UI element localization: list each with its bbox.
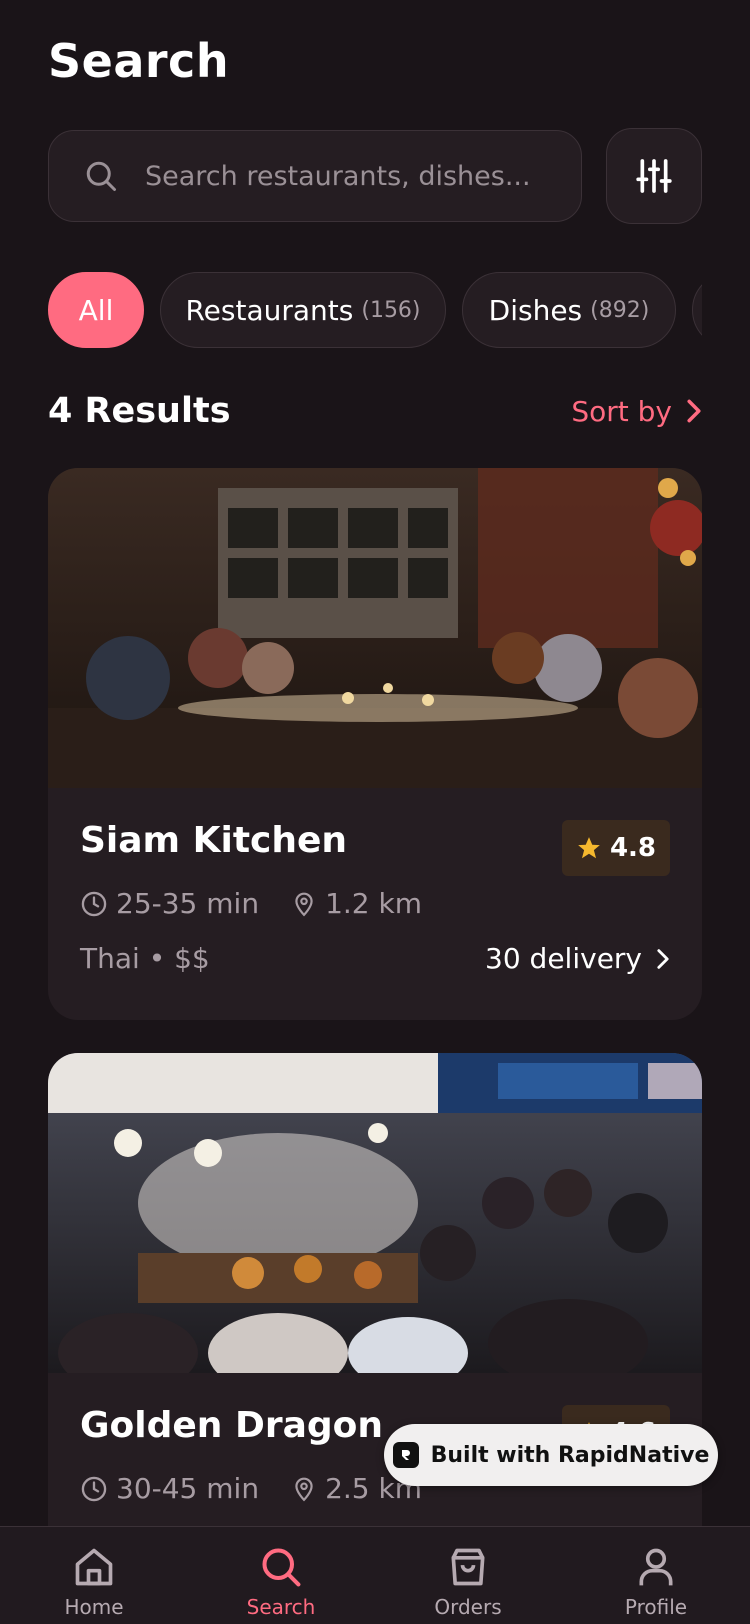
card-body: Siam Kitchen 4.8 25-35 min 1.2 km Thai •… [48, 788, 702, 975]
time-value: 30-45 min [116, 1472, 260, 1505]
badge-label: Built with RapidNative [430, 1442, 710, 1468]
sort-by-button[interactable]: Sort by [571, 395, 702, 428]
shopping-bag-icon [451, 1548, 485, 1586]
built-with-badge[interactable]: Built with RapidNative [384, 1424, 718, 1486]
chip-count: (892) [590, 297, 650, 323]
card-footer: Thai • $$ 30 delivery [80, 942, 670, 975]
tab-label: Profile [624, 1595, 688, 1619]
search-input[interactable] [145, 160, 545, 192]
restaurant-photo [48, 468, 702, 788]
clock-icon [81, 891, 107, 916]
tab-label: Home [64, 1595, 124, 1619]
search-screen: Search All Restaurants (156) Dishes (892… [0, 0, 750, 1624]
rating-badge: 4.8 [562, 820, 670, 876]
delivery-link[interactable]: 30 delivery [485, 942, 670, 975]
delivery-time: 30-45 min [80, 1472, 259, 1505]
tab-orders[interactable]: Orders [398, 1545, 538, 1619]
distance: 1.2 km [291, 887, 422, 920]
time-value: 25-35 min [116, 887, 260, 920]
search-icon [262, 1548, 301, 1587]
chip-more[interactable] [692, 272, 702, 348]
star-icon [578, 837, 600, 859]
clock-icon [81, 1476, 107, 1501]
delivery-label: 30 delivery [485, 942, 642, 975]
filter-chips: All Restaurants (156) Dishes (892) [48, 272, 702, 348]
tab-label: Orders [434, 1595, 502, 1619]
chip-all[interactable]: All [48, 272, 144, 348]
chevron-right-icon [657, 948, 669, 969]
rapidnative-logo-icon [392, 1442, 419, 1468]
search-bar[interactable] [48, 130, 582, 222]
chip-restaurants[interactable]: Restaurants (156) [160, 272, 446, 348]
rating-value: 4.8 [609, 833, 657, 863]
sort-by-label: Sort by [571, 394, 672, 428]
page-title: Search [48, 34, 230, 88]
restaurant-card[interactable]: Golden Dragon 4.6 30-45 min 2.5 km [48, 1053, 702, 1573]
tab-profile[interactable]: Profile [586, 1545, 726, 1619]
restaurant-card[interactable]: Siam Kitchen 4.8 25-35 min 1.2 km Thai •… [48, 468, 702, 1020]
filter-button[interactable] [606, 128, 702, 224]
location-pin-icon [295, 892, 313, 916]
user-icon [639, 1548, 673, 1586]
chip-label: All [78, 293, 114, 327]
bottom-tab-bar: Home Search Orders Profile [0, 1526, 750, 1624]
sliders-icon [636, 159, 672, 193]
chip-label: Restaurants [185, 293, 354, 327]
chip-count: (156) [361, 297, 421, 323]
chevron-right-icon [687, 399, 701, 423]
restaurant-photo [48, 1053, 702, 1373]
results-count: 4 Results [48, 391, 231, 431]
tab-label: Search [246, 1595, 316, 1619]
results-header: 4 Results Sort by [48, 386, 702, 436]
delivery-time: 25-35 min [80, 887, 259, 920]
tab-home[interactable]: Home [24, 1545, 164, 1619]
tab-search[interactable]: Search [211, 1545, 351, 1619]
location-pin-icon [295, 1477, 313, 1501]
chip-dishes[interactable]: Dishes (892) [462, 272, 676, 348]
restaurant-meta: 25-35 min 1.2 km [80, 887, 670, 920]
distance-value: 1.2 km [325, 887, 422, 920]
chip-label: Dishes [488, 293, 583, 327]
search-icon [86, 161, 116, 191]
cuisine-price: Thai • $$ [80, 942, 210, 975]
home-icon [75, 1548, 113, 1586]
